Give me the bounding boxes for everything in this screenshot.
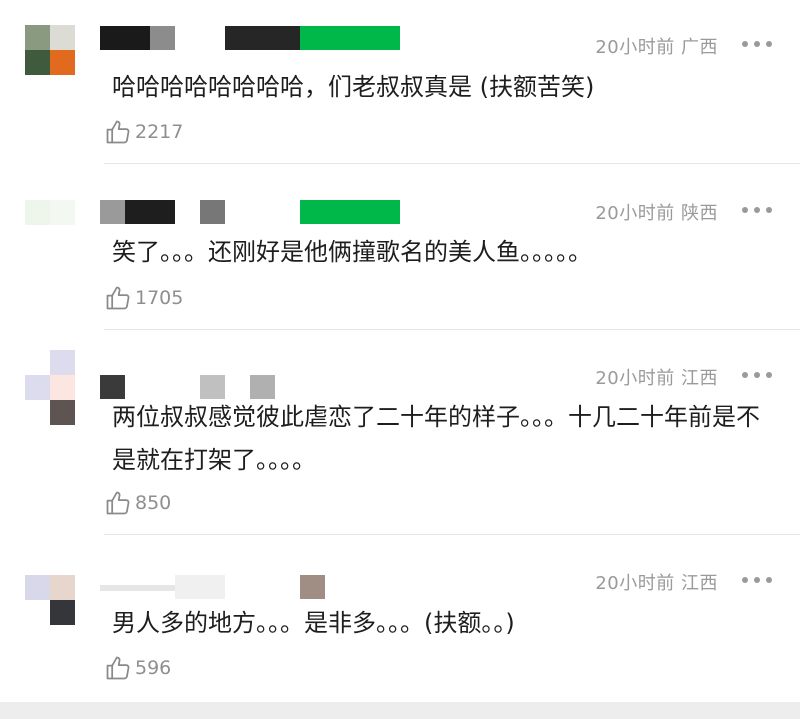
username-redacted[interactable]: [100, 200, 400, 224]
avatar-pixel: [25, 225, 50, 250]
redaction-block: [100, 26, 150, 50]
comment-item: 20小时前 江西 两位叔叔感觉彼此虐恋了二十年的样子。。。十几二十年前是不是就在…: [0, 330, 800, 535]
like-count: 596: [135, 657, 172, 679]
thumbs-up-icon: [106, 656, 130, 680]
avatar-pixel: [25, 200, 50, 225]
comment-item: 20小时前 陕西 笑了。。。还刚好是他俩撞歌名的美人鱼。。。。。 1705: [0, 165, 800, 330]
avatar-pixel: [50, 225, 75, 250]
redaction-block: [125, 200, 175, 224]
more-dots-icon[interactable]: [742, 371, 772, 379]
thumbs-up-icon: [106, 491, 130, 515]
avatar-pixel: [50, 600, 75, 625]
like-button[interactable]: 2217: [104, 117, 183, 147]
comment-text: 两位叔叔感觉彼此虐恋了二十年的样子。。。十几二十年前是不是就在打架了。。。。: [112, 403, 760, 474]
avatar-pixel: [50, 400, 75, 425]
like-button[interactable]: 850: [104, 488, 171, 518]
redaction-block: [175, 575, 225, 599]
avatar-pixel: [25, 375, 50, 400]
avatar-pixel: [50, 200, 75, 225]
comment-meta: 20小时前 陕西: [595, 203, 718, 224]
comment-item: 20小时前 江西 男人多的地方。。。是非多。。。(扶额。。) 596: [0, 535, 800, 700]
comment-item: 20小时前 广西 哈哈哈哈哈哈哈哈，们老叔叔真是 (扶额苦笑) 2217: [0, 0, 800, 165]
thumbs-up-icon: [106, 286, 130, 310]
like-button[interactable]: 596: [104, 653, 171, 683]
comment-meta: 20小时前 江西: [595, 368, 718, 389]
more-dots-icon[interactable]: [742, 576, 772, 584]
thumbs-up-icon: [106, 120, 130, 144]
avatar[interactable]: [25, 575, 75, 625]
like-count: 2217: [135, 121, 184, 143]
redaction-block: [225, 26, 300, 50]
avatar-pixel: [50, 350, 75, 375]
comment-meta: 20小时前 江西: [595, 573, 718, 594]
avatar[interactable]: [25, 200, 75, 250]
avatar-pixel: [25, 575, 50, 600]
comment-text: 哈哈哈哈哈哈哈哈，们老叔叔真是 (扶额苦笑): [112, 73, 595, 101]
avatar-pixel: [50, 50, 75, 75]
more-dots-icon[interactable]: [742, 40, 772, 48]
redaction-block: [200, 200, 225, 224]
avatar-pixel: [50, 375, 75, 400]
comment-text: 男人多的地方。。。是非多。。。(扶额。。): [112, 609, 515, 637]
redaction-block: [100, 585, 175, 591]
divider: [104, 163, 800, 164]
avatar[interactable]: [25, 25, 75, 75]
comment-text: 笑了。。。还刚好是他俩撞歌名的美人鱼。。。。。: [112, 238, 592, 266]
avatar-pixel: [25, 600, 50, 625]
username-redacted[interactable]: [100, 575, 325, 599]
redaction-block: [300, 200, 400, 224]
avatar[interactable]: [25, 350, 75, 425]
comment-meta: 20小时前 广西: [595, 37, 718, 58]
like-count: 1705: [135, 287, 184, 309]
avatar-pixel: [25, 50, 50, 75]
avatar-pixel: [50, 25, 75, 50]
redaction-block: [150, 26, 175, 50]
like-count: 850: [135, 492, 172, 514]
like-button[interactable]: 1705: [104, 283, 183, 313]
username-redacted[interactable]: [100, 26, 400, 50]
avatar-pixel: [25, 25, 50, 50]
bottom-bar: [0, 702, 800, 719]
redaction-block: [300, 26, 400, 50]
avatar-pixel: [50, 575, 75, 600]
redaction-block: [300, 575, 325, 599]
redaction-block: [100, 200, 125, 224]
more-dots-icon[interactable]: [742, 206, 772, 214]
